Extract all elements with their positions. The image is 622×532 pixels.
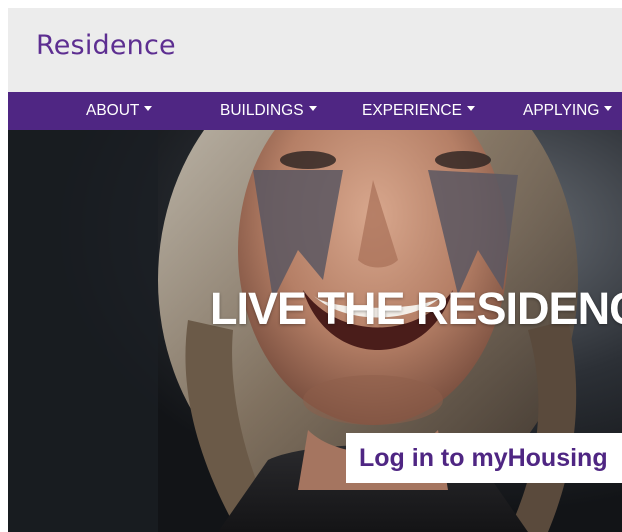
caret-down-icon xyxy=(144,106,153,112)
nav-item-applying[interactable]: APPLYING xyxy=(523,92,613,130)
nav-item-buildings[interactable]: BUILDINGS xyxy=(220,92,317,130)
nav-item-experience[interactable]: EXPERIENCE xyxy=(362,92,475,130)
caret-down-icon xyxy=(308,106,317,112)
nav-item-label: ABOUT xyxy=(86,102,140,119)
caret-down-icon xyxy=(466,106,475,112)
caret-down-icon xyxy=(604,106,613,112)
site-brand-link[interactable]: Residence xyxy=(36,30,176,61)
nav-item-label: APPLYING xyxy=(523,102,600,119)
nav-item-label: BUILDINGS xyxy=(220,102,304,119)
nav-item-about[interactable]: ABOUT xyxy=(86,92,153,130)
login-myhousing-button[interactable]: Log in to myHousing xyxy=(346,433,622,483)
hero-headline: LIVE THE RESIDENCE xyxy=(210,283,622,334)
page: Residence ABOUT BUILDINGS EXPERIENCE APP… xyxy=(8,8,622,532)
hero-banner: LIVE THE RESIDENCE Log in to myHousing xyxy=(8,130,622,532)
nav-item-label: EXPERIENCE xyxy=(362,102,462,119)
main-nav: ABOUT BUILDINGS EXPERIENCE APPLYING xyxy=(8,92,622,130)
site-header: Residence xyxy=(8,8,622,92)
